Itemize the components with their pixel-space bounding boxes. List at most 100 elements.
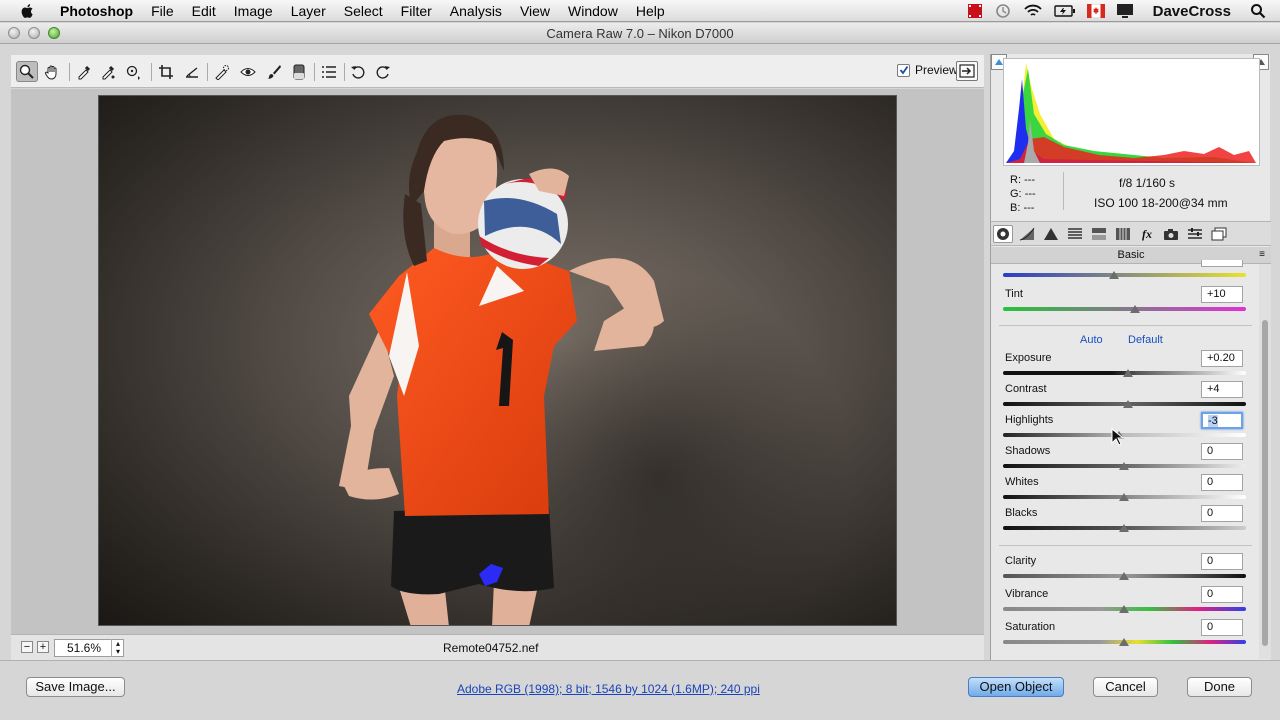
highlights-value-field[interactable]: -3 (1201, 412, 1243, 429)
tab-basic[interactable] (993, 225, 1013, 243)
contrast-value-field[interactable]: +4 (1201, 381, 1243, 398)
clarity-value-field[interactable]: 0 (1201, 553, 1243, 570)
panel-menu-icon[interactable]: ≡ (1259, 247, 1265, 263)
white-balance-tool[interactable] (73, 61, 95, 82)
whites-slider-thumb[interactable] (1119, 493, 1129, 501)
tab-camera-calibration[interactable] (1161, 225, 1181, 243)
menu-analysis[interactable]: Analysis (441, 0, 511, 22)
saturation-label: Saturation (1005, 621, 1056, 633)
time-machine-icon[interactable] (994, 3, 1012, 19)
spot-removal-tool[interactable] (211, 61, 233, 82)
menu-window[interactable]: Window (559, 0, 627, 22)
tab-split-toning[interactable] (1089, 225, 1109, 243)
straighten-tool[interactable] (181, 61, 203, 82)
full-screen-icon (959, 64, 975, 78)
workflow-options-link[interactable]: Adobe RGB (1998); 8 bit; 1546 by 1024 (1… (457, 682, 760, 696)
tint-value-field[interactable]: +10 (1201, 286, 1243, 303)
eyedropper-icon (78, 65, 91, 79)
blacks-slider-thumb[interactable] (1119, 524, 1129, 532)
preferences-button[interactable] (318, 61, 340, 82)
aperture-icon (997, 228, 1009, 240)
g-readout: G: --- (1010, 188, 1036, 200)
done-button[interactable]: Done (1187, 677, 1252, 697)
zoom-out-button[interactable]: − (21, 641, 33, 653)
tab-snapshots[interactable] (1209, 225, 1229, 243)
wifi-icon[interactable] (1023, 3, 1043, 19)
menu-layer[interactable]: Layer (282, 0, 335, 22)
zoom-in-button[interactable]: + (37, 641, 49, 653)
display-icon[interactable] (1116, 3, 1134, 19)
rotate-left-button[interactable] (347, 61, 369, 82)
menu-file[interactable]: File (142, 0, 183, 22)
crop-tool[interactable] (155, 61, 177, 82)
full-screen-button[interactable] (956, 61, 978, 81)
preview-toggle[interactable]: Preview (897, 63, 958, 77)
film-icon[interactable] (967, 3, 983, 19)
clarity-slider-thumb[interactable] (1119, 572, 1129, 580)
open-object-button[interactable]: Open Object (968, 677, 1064, 697)
temperature-slider-thumb[interactable] (1109, 271, 1119, 279)
canada-flag-icon[interactable] (1086, 4, 1105, 18)
camera-icon (1164, 229, 1178, 240)
tab-detail[interactable] (1041, 225, 1061, 243)
shadows-value-field[interactable]: 0 (1201, 443, 1243, 460)
volleyball-player-photo (339, 114, 849, 625)
menu-bar: Photoshop File Edit Image Layer Select F… (0, 0, 1280, 22)
spot-removal-icon (215, 64, 229, 80)
toolbar-separator (69, 63, 70, 81)
menu-filter[interactable]: Filter (392, 0, 441, 22)
zoom-tool[interactable] (16, 61, 38, 82)
red-eye-tool[interactable] (237, 61, 259, 82)
panel-title: Basic (1117, 249, 1145, 261)
whites-value-field[interactable]: 0 (1201, 474, 1243, 491)
vibrance-slider-thumb[interactable] (1119, 605, 1129, 613)
menu-app-name[interactable]: Photoshop (48, 0, 142, 22)
cancel-button[interactable]: Cancel (1093, 677, 1158, 697)
graduated-filter-icon (293, 64, 305, 79)
color-sampler-tool[interactable] (97, 61, 119, 82)
preview-checkbox[interactable] (897, 63, 910, 77)
zoom-dropdown-arrow[interactable]: ▴ ▾ (111, 639, 124, 657)
rotate-right-button[interactable] (372, 61, 394, 82)
menu-select[interactable]: Select (335, 0, 392, 22)
vibrance-value-field[interactable]: 0 (1201, 586, 1243, 603)
spotlight-icon[interactable] (1250, 3, 1266, 19)
saturation-value-field[interactable]: 0 (1201, 619, 1243, 636)
contrast-slider-thumb[interactable] (1123, 400, 1133, 408)
tab-presets[interactable] (1185, 225, 1205, 243)
default-link[interactable]: Default (1128, 334, 1163, 346)
menu-edit[interactable]: Edit (183, 0, 225, 22)
tab-hsl[interactable] (1065, 225, 1085, 243)
user-name[interactable]: DaveCross (1153, 3, 1231, 20)
checkmark-icon (899, 65, 908, 75)
battery-icon[interactable] (1053, 3, 1076, 19)
target-adjustment-tool[interactable] (123, 61, 145, 82)
hand-tool[interactable] (41, 61, 63, 82)
graduated-filter-tool[interactable] (288, 61, 310, 82)
blacks-value-field[interactable]: 0 (1201, 505, 1243, 522)
tint-slider-thumb[interactable] (1130, 305, 1140, 313)
menu-view[interactable]: View (511, 0, 559, 22)
tab-effects[interactable]: fx (1137, 225, 1157, 243)
rotate-cw-icon (376, 65, 390, 79)
exposure-slider-thumb[interactable] (1123, 369, 1133, 377)
tab-lens-corrections[interactable] (1113, 225, 1133, 243)
scrollbar-thumb[interactable] (1262, 320, 1268, 646)
image-canvas[interactable] (11, 89, 984, 634)
exposure-value-field[interactable]: +0.20 (1201, 350, 1243, 367)
temperature-slider-track[interactable] (1003, 273, 1246, 277)
apple-menu-icon[interactable] (20, 3, 36, 19)
menu-image[interactable]: Image (225, 0, 282, 22)
menu-help[interactable]: Help (627, 0, 674, 22)
tint-slider-track[interactable] (1003, 307, 1246, 311)
photo-preview[interactable] (98, 95, 897, 626)
adjustment-brush-tool[interactable] (263, 61, 285, 82)
tab-tone-curve[interactable] (1017, 225, 1037, 243)
shadows-slider-thumb[interactable] (1119, 462, 1129, 470)
temperature-value-field[interactable] (1201, 260, 1243, 267)
save-image-button[interactable]: Save Image... (26, 677, 125, 697)
auto-link[interactable]: Auto (1080, 334, 1103, 346)
panel-scrollbar[interactable] (1259, 264, 1271, 659)
saturation-slider-thumb[interactable] (1119, 638, 1129, 646)
section-divider (999, 325, 1252, 326)
